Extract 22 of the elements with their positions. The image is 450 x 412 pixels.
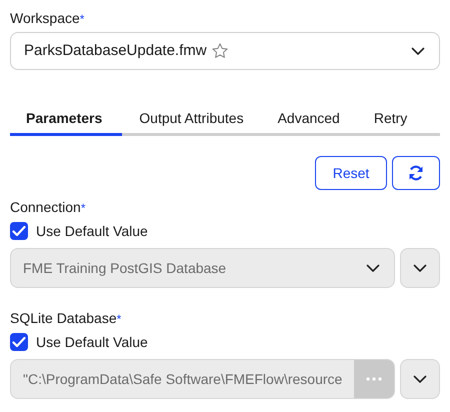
required-asterisk: * [116, 311, 122, 328]
refresh-button[interactable] [392, 156, 440, 190]
more-icon [366, 377, 382, 381]
required-asterisk: * [80, 200, 86, 217]
workspace-select[interactable]: ParksDatabaseUpdate.fmw [10, 32, 440, 70]
field-label: Connection [10, 198, 81, 217]
star-icon[interactable] [210, 42, 229, 60]
tab[interactable]: Parameters [10, 99, 122, 136]
required-asterisk: * [80, 11, 84, 28]
tab[interactable]: Retry [356, 99, 424, 136]
checkbox-label: Use Default Value [36, 332, 148, 352]
chevron-down-icon [411, 46, 425, 56]
chevron-down-icon [413, 264, 427, 272]
field-label: SQLite Database [10, 309, 117, 328]
tab[interactable]: Advanced [260, 99, 357, 136]
chevron-down-icon [366, 264, 380, 272]
checkbox-label: Use Default Value [36, 222, 148, 240]
chevron-down-icon [413, 374, 427, 384]
tab[interactable]: Output Attributes [122, 99, 261, 136]
field-label: Workspace [10, 9, 80, 28]
reset-button[interactable]: Reset [315, 156, 387, 190]
refresh-icon [408, 165, 424, 181]
